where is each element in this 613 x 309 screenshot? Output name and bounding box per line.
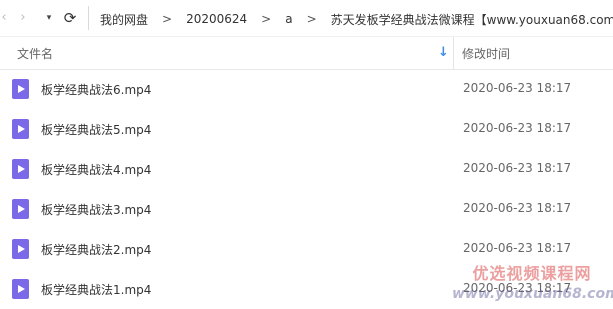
- video-file-icon: [12, 119, 29, 139]
- video-file-icon: [12, 239, 29, 259]
- file-row[interactable]: 板学经典战法3.mp4 2020-06-23 18:17: [0, 189, 613, 229]
- breadcrumb-item[interactable]: 我的网盘: [100, 11, 148, 28]
- breadcrumb-segment: > a: [247, 12, 292, 26]
- breadcrumb-separator: >: [306, 12, 317, 26]
- file-name[interactable]: 板学经典战法3.mp4: [41, 201, 151, 218]
- column-header-modified[interactable]: 修改时间: [462, 45, 510, 62]
- file-row[interactable]: 板学经典战法2.mp4 2020-06-23 18:17: [0, 229, 613, 269]
- file-modified-time: 2020-06-23 18:17: [463, 281, 572, 295]
- breadcrumb: >我的网盘>20200624>a>苏天发板学经典战法微课程【www.youxua…: [100, 10, 613, 28]
- video-file-icon: [12, 279, 29, 299]
- sort-arrow-icon[interactable]: ↓: [438, 45, 449, 60]
- file-name[interactable]: 板学经典战法5.mp4: [41, 121, 151, 138]
- file-name[interactable]: 板学经典战法6.mp4: [41, 81, 151, 98]
- toolbar: ‹ › ▾ ⟳ >我的网盘>20200624>a>苏天发板学经典战法微课程【ww…: [0, 0, 613, 36]
- file-list: 板学经典战法6.mp4 2020-06-23 18:17 板学经典战法5.mp4 20…: [0, 69, 613, 309]
- breadcrumb-separator: >: [261, 12, 272, 26]
- breadcrumb-segment: > 苏天发板学经典战法微课程【www.youxuan68.com】: [293, 11, 613, 28]
- file-modified-time: 2020-06-23 18:17: [463, 121, 572, 135]
- column-divider[interactable]: [453, 37, 454, 69]
- video-file-icon: [12, 199, 29, 219]
- file-modified-time: 2020-06-23 18:17: [463, 241, 572, 255]
- file-modified-time: 2020-06-23 18:17: [463, 81, 572, 95]
- file-row[interactable]: 板学经典战法6.mp4 2020-06-23 18:17: [0, 69, 613, 109]
- video-file-icon: [12, 159, 29, 179]
- file-modified-time: 2020-06-23 18:17: [463, 201, 572, 215]
- file-row[interactable]: 板学经典战法5.mp4 2020-06-23 18:17: [0, 109, 613, 149]
- toolbar-divider: [88, 6, 89, 30]
- column-header-name[interactable]: 文件名: [17, 45, 53, 62]
- file-name[interactable]: 板学经典战法4.mp4: [41, 161, 151, 178]
- file-modified-time: 2020-06-23 18:17: [463, 161, 572, 175]
- file-row[interactable]: 板学经典战法1.mp4 2020-06-23 18:17: [0, 269, 613, 309]
- forward-icon[interactable]: ›: [16, 9, 30, 27]
- breadcrumb-item[interactable]: 苏天发板学经典战法微课程【www.youxuan68.com】: [331, 11, 613, 28]
- file-name[interactable]: 板学经典战法2.mp4: [41, 241, 151, 258]
- breadcrumb-item[interactable]: a: [285, 12, 292, 26]
- file-row[interactable]: 板学经典战法4.mp4 2020-06-23 18:17: [0, 149, 613, 189]
- breadcrumb-segment: >20200624: [148, 12, 247, 26]
- file-name[interactable]: 板学经典战法1.mp4: [41, 281, 151, 298]
- breadcrumb-item[interactable]: 20200624: [186, 12, 247, 26]
- breadcrumb-separator: >: [162, 12, 173, 26]
- history-dropdown-icon[interactable]: ▾: [44, 9, 54, 27]
- video-file-icon: [12, 79, 29, 99]
- file-list-header: 文件名 ↓ 修改时间: [0, 36, 613, 70]
- breadcrumb-segment: >我的网盘: [100, 11, 148, 28]
- refresh-icon[interactable]: ⟳: [62, 9, 78, 27]
- back-icon[interactable]: ‹: [0, 9, 10, 27]
